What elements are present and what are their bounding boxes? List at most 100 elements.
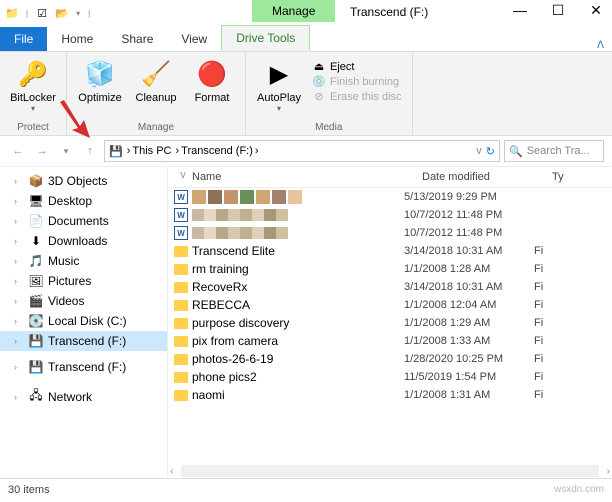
file-row[interactable]: Transcend Elite3/14/2018 10:31 AMFi: [168, 242, 612, 260]
chevron-right-icon[interactable]: ›: [14, 296, 24, 306]
search-box[interactable]: 🔍 Search Tra...: [504, 140, 604, 162]
sidebar-item-documents[interactable]: ›📄Documents: [0, 211, 167, 231]
qat-dropdown-icon[interactable]: ▾: [76, 9, 80, 18]
sidebar-item-desktop[interactable]: ›🖥Desktop: [0, 191, 167, 211]
chevron-right-icon[interactable]: ›: [14, 392, 24, 402]
cleanup-icon: 🧹: [140, 58, 172, 90]
chevron-right-icon[interactable]: ›: [14, 176, 24, 186]
folder-icon[interactable]: 📁: [4, 5, 20, 21]
word-doc-icon: W: [174, 208, 188, 222]
file-row[interactable]: REBECCA1/1/2008 12:04 AMFi: [168, 296, 612, 314]
file-row[interactable]: rm training1/1/2008 1:28 AMFi: [168, 260, 612, 278]
column-name[interactable]: Name: [192, 171, 422, 183]
chevron-right-icon[interactable]: ›: [14, 362, 24, 372]
nav-icon: 💽: [28, 314, 44, 328]
up-button[interactable]: ↑: [80, 141, 100, 161]
chevron-right-icon[interactable]: ›: [14, 336, 24, 346]
breadcrumb-this-pc[interactable]: This PC: [132, 145, 171, 157]
file-row[interactable]: RecoveRx3/14/2018 10:31 AMFi: [168, 278, 612, 296]
view-tab[interactable]: View: [167, 27, 221, 51]
file-name: photos-26-6-19: [192, 352, 273, 366]
drive-tools-tab[interactable]: Drive Tools: [221, 25, 310, 51]
protect-group: 🔑 BitLocker ▾ Protect: [0, 52, 67, 135]
address-box[interactable]: 💾 ›This PC ›Transcend (F:)› v ↻: [104, 140, 500, 162]
sidebar-item-music[interactable]: ›🎵Music: [0, 251, 167, 271]
open-folder-icon[interactable]: 📂: [54, 5, 70, 21]
recent-locations-button[interactable]: ▾: [56, 141, 76, 161]
file-row[interactable]: purpose discovery1/1/2008 1:29 AMFi: [168, 314, 612, 332]
folder-icon: [174, 390, 188, 401]
sort-indicator[interactable]: ᐯ: [174, 171, 192, 183]
close-button[interactable]: ✕: [584, 2, 608, 19]
file-row[interactable]: naomi1/1/2008 1:31 AMFi: [168, 386, 612, 404]
chevron-right-icon[interactable]: ›: [14, 196, 24, 206]
sidebar-item-downloads[interactable]: ›⬇Downloads: [0, 231, 167, 251]
file-row[interactable]: W10/7/2012 11:48 PM: [168, 224, 612, 242]
title-bar: 📁 | ☑ 📂 ▾ | Manage Transcend (F:) — ☐ ✕: [0, 0, 612, 26]
file-date: 1/1/2008 1:28 AM: [404, 263, 534, 275]
column-type[interactable]: Ty: [552, 171, 606, 183]
chevron-right-icon[interactable]: ›: [14, 316, 24, 326]
sidebar-item-transcend-f-[interactable]: ›💾Transcend (F:): [0, 357, 167, 377]
ribbon-collapse-icon[interactable]: ᐱ: [597, 40, 612, 51]
chevron-right-icon[interactable]: ›: [14, 256, 24, 266]
maximize-button[interactable]: ☐: [546, 2, 570, 19]
eject-button[interactable]: ⏏Eject: [312, 60, 402, 73]
column-headers[interactable]: ᐯ Name Date modified Ty: [168, 167, 612, 188]
chevron-right-icon[interactable]: ›: [14, 216, 24, 226]
file-type: Fi: [534, 389, 606, 401]
sidebar-item-local-disk-c-[interactable]: ›💽Local Disk (C:): [0, 311, 167, 331]
scroll-left-icon[interactable]: ‹: [170, 466, 173, 477]
format-button[interactable]: 🔴 Format: [187, 56, 237, 120]
chevron-right-icon[interactable]: ›: [14, 276, 24, 286]
eject-icon: ⏏: [312, 60, 326, 73]
refresh-icon[interactable]: ↻: [486, 145, 495, 158]
forward-button[interactable]: →: [32, 141, 52, 161]
file-row[interactable]: phone pics211/5/2019 1:54 PMFi: [168, 368, 612, 386]
content-pane: ᐯ Name Date modified Ty W5/13/2019 9:29 …: [168, 167, 612, 478]
minimize-button[interactable]: —: [508, 2, 532, 19]
address-bar: ← → ▾ ↑ 💾 ›This PC ›Transcend (F:)› v ↻ …: [0, 136, 612, 166]
media-group-label: Media: [254, 122, 404, 133]
sidebar-item-pictures[interactable]: ›🖼Pictures: [0, 271, 167, 291]
folder-icon: [174, 246, 188, 257]
column-date[interactable]: Date modified: [422, 171, 552, 183]
sidebar-item-network[interactable]: ›🖧Network: [0, 383, 167, 410]
bitlocker-button[interactable]: 🔑 BitLocker ▾: [8, 56, 58, 120]
file-date: 11/5/2019 1:54 PM: [404, 371, 534, 383]
file-tab[interactable]: File: [0, 27, 47, 51]
file-row[interactable]: W 10/7/2012 11:48 PM: [168, 206, 612, 224]
chevron-right-icon[interactable]: ›: [14, 236, 24, 246]
item-count: 30 items: [8, 484, 50, 496]
file-row[interactable]: photos-26-6-191/28/2020 10:25 PMFi: [168, 350, 612, 368]
sidebar-item-videos[interactable]: ›🎬Videos: [0, 291, 167, 311]
share-tab[interactable]: Share: [107, 27, 167, 51]
folder-icon: [174, 372, 188, 383]
scroll-right-icon[interactable]: ›: [607, 466, 610, 477]
nav-icon: ⬇: [28, 234, 44, 248]
nav-label: Videos: [48, 294, 84, 308]
autoplay-button[interactable]: ▶ AutoPlay ▾: [254, 56, 304, 120]
file-row[interactable]: pix from camera1/1/2008 1:33 AMFi: [168, 332, 612, 350]
ribbon-tabs: File Home Share View Drive Tools ᐱ: [0, 26, 612, 52]
checkbox-icon[interactable]: ☑: [34, 5, 50, 21]
file-list[interactable]: W5/13/2019 9:29 PMW10/7/2012 11:48 PMW10…: [168, 188, 612, 464]
back-button[interactable]: ←: [8, 141, 28, 161]
cleanup-button[interactable]: 🧹 Cleanup: [131, 56, 181, 120]
breadcrumb-current[interactable]: Transcend (F:): [181, 145, 253, 157]
sidebar-item-transcend-f-[interactable]: ›💾Transcend (F:): [0, 331, 167, 351]
address-dropdown-icon[interactable]: v: [476, 145, 482, 157]
file-name: rm training: [192, 262, 249, 276]
nav-icon: 💾: [28, 360, 44, 374]
nav-icon: 🎵: [28, 254, 44, 268]
sidebar-item-3d-objects[interactable]: ›📦3D Objects: [0, 171, 167, 191]
navigation-pane[interactable]: ›📦3D Objects›🖥Desktop›📄Documents›⬇Downlo…: [0, 167, 168, 478]
autoplay-icon: ▶: [263, 58, 295, 90]
nav-label: Desktop: [48, 194, 92, 208]
file-name: RecoveRx: [192, 280, 247, 294]
file-name: purpose discovery: [192, 316, 289, 330]
horizontal-scrollbar[interactable]: ‹ ›: [168, 464, 612, 478]
file-row[interactable]: W5/13/2019 9:29 PM: [168, 188, 612, 206]
home-tab[interactable]: Home: [47, 27, 107, 51]
file-date: 10/7/2012 11:48 PM: [404, 209, 534, 221]
